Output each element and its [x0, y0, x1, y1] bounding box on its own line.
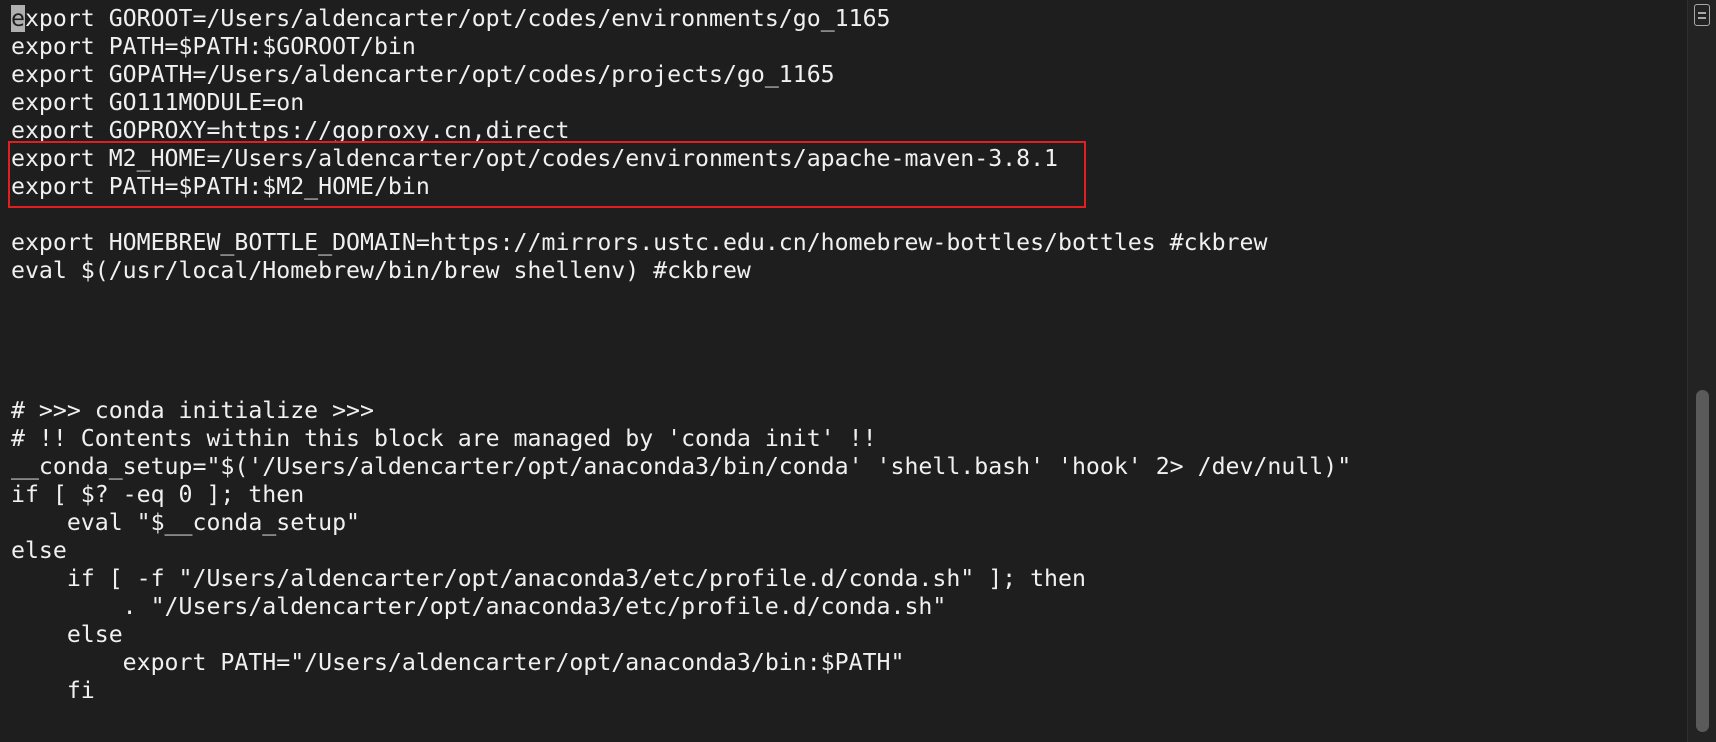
- terminal-line: export HOMEBREW_BOTTLE_DOMAIN=https://mi…: [11, 229, 1268, 256]
- scrollbar-thumb[interactable]: [1696, 390, 1709, 732]
- terminal-line: export GOPROXY=https://goproxy.cn,direct: [11, 117, 570, 144]
- terminal-line: # !! Contents within this block are mana…: [11, 425, 877, 452]
- terminal-line: __conda_setup="$('/Users/aldencarter/opt…: [11, 453, 1352, 480]
- terminal-window[interactable]: export GOROOT=/Users/aldencarter/opt/cod…: [0, 0, 1716, 742]
- terminal-line-text: xport GOROOT=/Users/aldencarter/opt/code…: [24, 5, 891, 32]
- terminal-line: export M2_HOME=/Users/aldencarter/opt/co…: [11, 145, 1059, 172]
- terminal-line: else: [11, 621, 123, 648]
- terminal-line: eval "$__conda_setup": [11, 509, 361, 536]
- terminal-line: export GOROOT=/Users/aldencarter/opt/cod…: [11, 5, 1681, 33]
- terminal-line: export PATH="/Users/aldencarter/opt/anac…: [11, 649, 905, 676]
- split-pane-icon[interactable]: [1694, 4, 1710, 26]
- terminal-line: export GOPATH=/Users/aldencarter/opt/cod…: [11, 61, 835, 88]
- terminal-line: export GO111MODULE=on: [11, 89, 305, 116]
- vertical-scrollbar[interactable]: [1687, 0, 1716, 742]
- terminal-line: fi: [11, 677, 95, 704]
- terminal-line: # >>> conda initialize >>>: [11, 397, 374, 424]
- text-cursor: e: [11, 5, 25, 32]
- terminal-line: else: [11, 537, 67, 564]
- terminal-line: export PATH=$PATH:$M2_HOME/bin: [11, 173, 430, 200]
- terminal-content[interactable]: export GOROOT=/Users/aldencarter/opt/cod…: [11, 5, 1681, 735]
- terminal-line: eval $(/usr/local/Homebrew/bin/brew shel…: [11, 257, 751, 284]
- terminal-line: . "/Users/aldencarter/opt/anaconda3/etc/…: [11, 593, 947, 620]
- terminal-line: if [ $? -eq 0 ]; then: [11, 481, 305, 508]
- terminal-line: export PATH=$PATH:$GOROOT/bin: [11, 33, 416, 60]
- terminal-line: if [ -f "/Users/aldencarter/opt/anaconda…: [11, 565, 1086, 592]
